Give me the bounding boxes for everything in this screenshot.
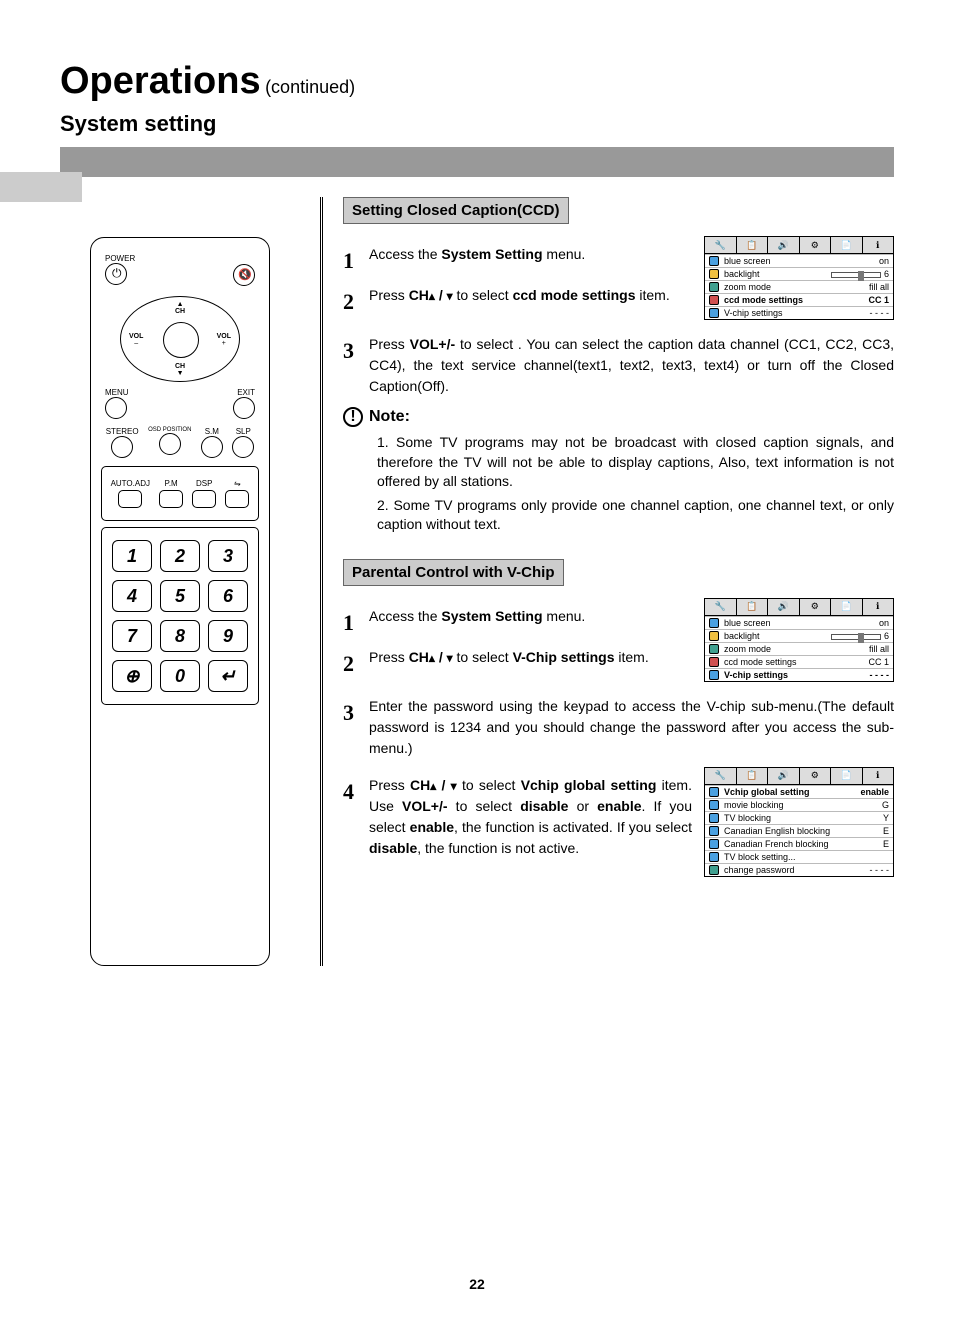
osd-row: TV blockingY [705, 811, 893, 824]
osd-row: backlight 6 [705, 267, 893, 280]
osd-row: Vchip global settingenable [705, 785, 893, 798]
vchip-step-1: 1 Access the System Setting menu. [343, 606, 692, 639]
continued-label: (continued) [265, 77, 355, 97]
vchip-osd-1: 🔧📋🔊⚙📄ℹ blue screenonbacklight 6zoom mode… [704, 598, 894, 682]
osd-row: change password- - - - [705, 863, 893, 876]
note-list: 1. Some TV programs may not be broadcast… [343, 433, 894, 535]
mute-button-icon: 🔇 [233, 264, 255, 286]
osd-row: ccd mode settingsCC 1 [705, 655, 893, 668]
menu-label: MENU [105, 388, 129, 397]
tab-icon: 🔧 [705, 237, 737, 253]
note-icon: ! [343, 407, 363, 427]
power-button-icon: ⏻ [105, 263, 127, 285]
vol-plus-label: VOL+ [217, 333, 231, 347]
exit-label: EXIT [233, 388, 255, 397]
key-7: 7 [112, 620, 152, 652]
key-6: 6 [208, 580, 248, 612]
tab-icon: ℹ [863, 237, 894, 253]
ccd-heading: Setting Closed Caption(CCD) [343, 197, 569, 224]
osd-row: TV block setting... [705, 850, 893, 863]
tab-icon: 📄 [831, 237, 863, 253]
osd-row: blue screenon [705, 254, 893, 267]
ccd-step-3: 3 Press VOL+/- to select . You can selec… [343, 334, 894, 397]
key-8: 8 [160, 620, 200, 652]
note-item: 2. Some TV programs only provide one cha… [377, 496, 894, 535]
osd-tabs: 🔧 📋 🔊 ⚙ 📄 ℹ [705, 237, 893, 254]
key-4: 4 [112, 580, 152, 612]
key-3: 3 [208, 540, 248, 572]
func-panel: AUTO.ADJ P.M DSP ⇋ [101, 466, 259, 521]
osd-row: backlight 6 [705, 629, 893, 642]
ccd-step-1: 1 Access the System Setting menu. [343, 244, 692, 277]
ccd-step-2: 2 Press CH / to select ccd mode settings… [343, 285, 692, 318]
key-enter: ↵ [208, 660, 248, 692]
osd-row: movie blockingG [705, 798, 893, 811]
tab-icon: 🔊 [768, 237, 800, 253]
decor-bar [60, 147, 894, 177]
key-1: 1 [112, 540, 152, 572]
vchip-step-2: 2 Press CH / to select V-Chip settings i… [343, 647, 692, 680]
key-5: 5 [160, 580, 200, 612]
remote-column: POWER ⏻ 🔇 ▲CH CH▼ VOL– VOL+ MENU EXIT [60, 197, 320, 966]
vchip-heading: Parental Control with V-Chip [343, 559, 564, 586]
exit-button-icon [233, 397, 255, 419]
ch-up-label: ▲CH [175, 301, 185, 315]
remote-illustration: POWER ⏻ 🔇 ▲CH CH▼ VOL– VOL+ MENU EXIT [90, 237, 270, 966]
tab-icon: ⚙ [800, 237, 832, 253]
note-heading: ! Note: [343, 407, 894, 427]
ch-down-label: CH▼ [175, 363, 185, 377]
ccd-osd: 🔧 📋 🔊 ⚙ 📄 ℹ blue screenonbacklight 6zoom… [704, 236, 894, 320]
vchip-step-4: 4 Press CH / to select Vchip global sett… [343, 775, 692, 859]
page-header: Operations (continued) System setting [0, 0, 954, 137]
title: Operations [60, 60, 261, 102]
ok-button-icon [163, 322, 199, 358]
instruction-column: Setting Closed Caption(CCD) 1 Access the… [320, 197, 894, 966]
key-dash: ⊕ [112, 660, 152, 692]
page-number: 22 [0, 1276, 954, 1292]
power-label: POWER [105, 254, 135, 263]
numpad-panel: 1 2 3 4 5 6 7 8 9 ⊕ 0 ↵ [101, 527, 259, 705]
osd-row: V-chip settings- - - - [705, 306, 893, 319]
key-9: 9 [208, 620, 248, 652]
osd-row: V-chip settings- - - - [705, 668, 893, 681]
vchip-step-3: 3 Enter the password using the keypad to… [343, 696, 894, 759]
key-0: 0 [160, 660, 200, 692]
subtitle: System setting [60, 111, 894, 137]
tab-icon: 📋 [737, 237, 769, 253]
nav-pad: ▲CH CH▼ VOL– VOL+ [120, 296, 240, 382]
osd-row: blue screenon [705, 616, 893, 629]
osd-row: Canadian French blockingE [705, 837, 893, 850]
func-row-1: STEREO OSD POSITION S.M SLP [101, 427, 259, 460]
osd-row: zoom modefill all [705, 642, 893, 655]
vol-minus-label: VOL– [129, 333, 143, 347]
vchip-osd-2: 🔧📋🔊⚙📄ℹ Vchip global settingenablemovie b… [704, 767, 894, 877]
menu-button-icon [105, 397, 127, 419]
key-2: 2 [160, 540, 200, 572]
osd-row: zoom modefill all [705, 280, 893, 293]
osd-row: ccd mode settingsCC 1 [705, 293, 893, 306]
note-item: 1. Some TV programs may not be broadcast… [377, 433, 894, 492]
osd-row: Canadian English blockingE [705, 824, 893, 837]
